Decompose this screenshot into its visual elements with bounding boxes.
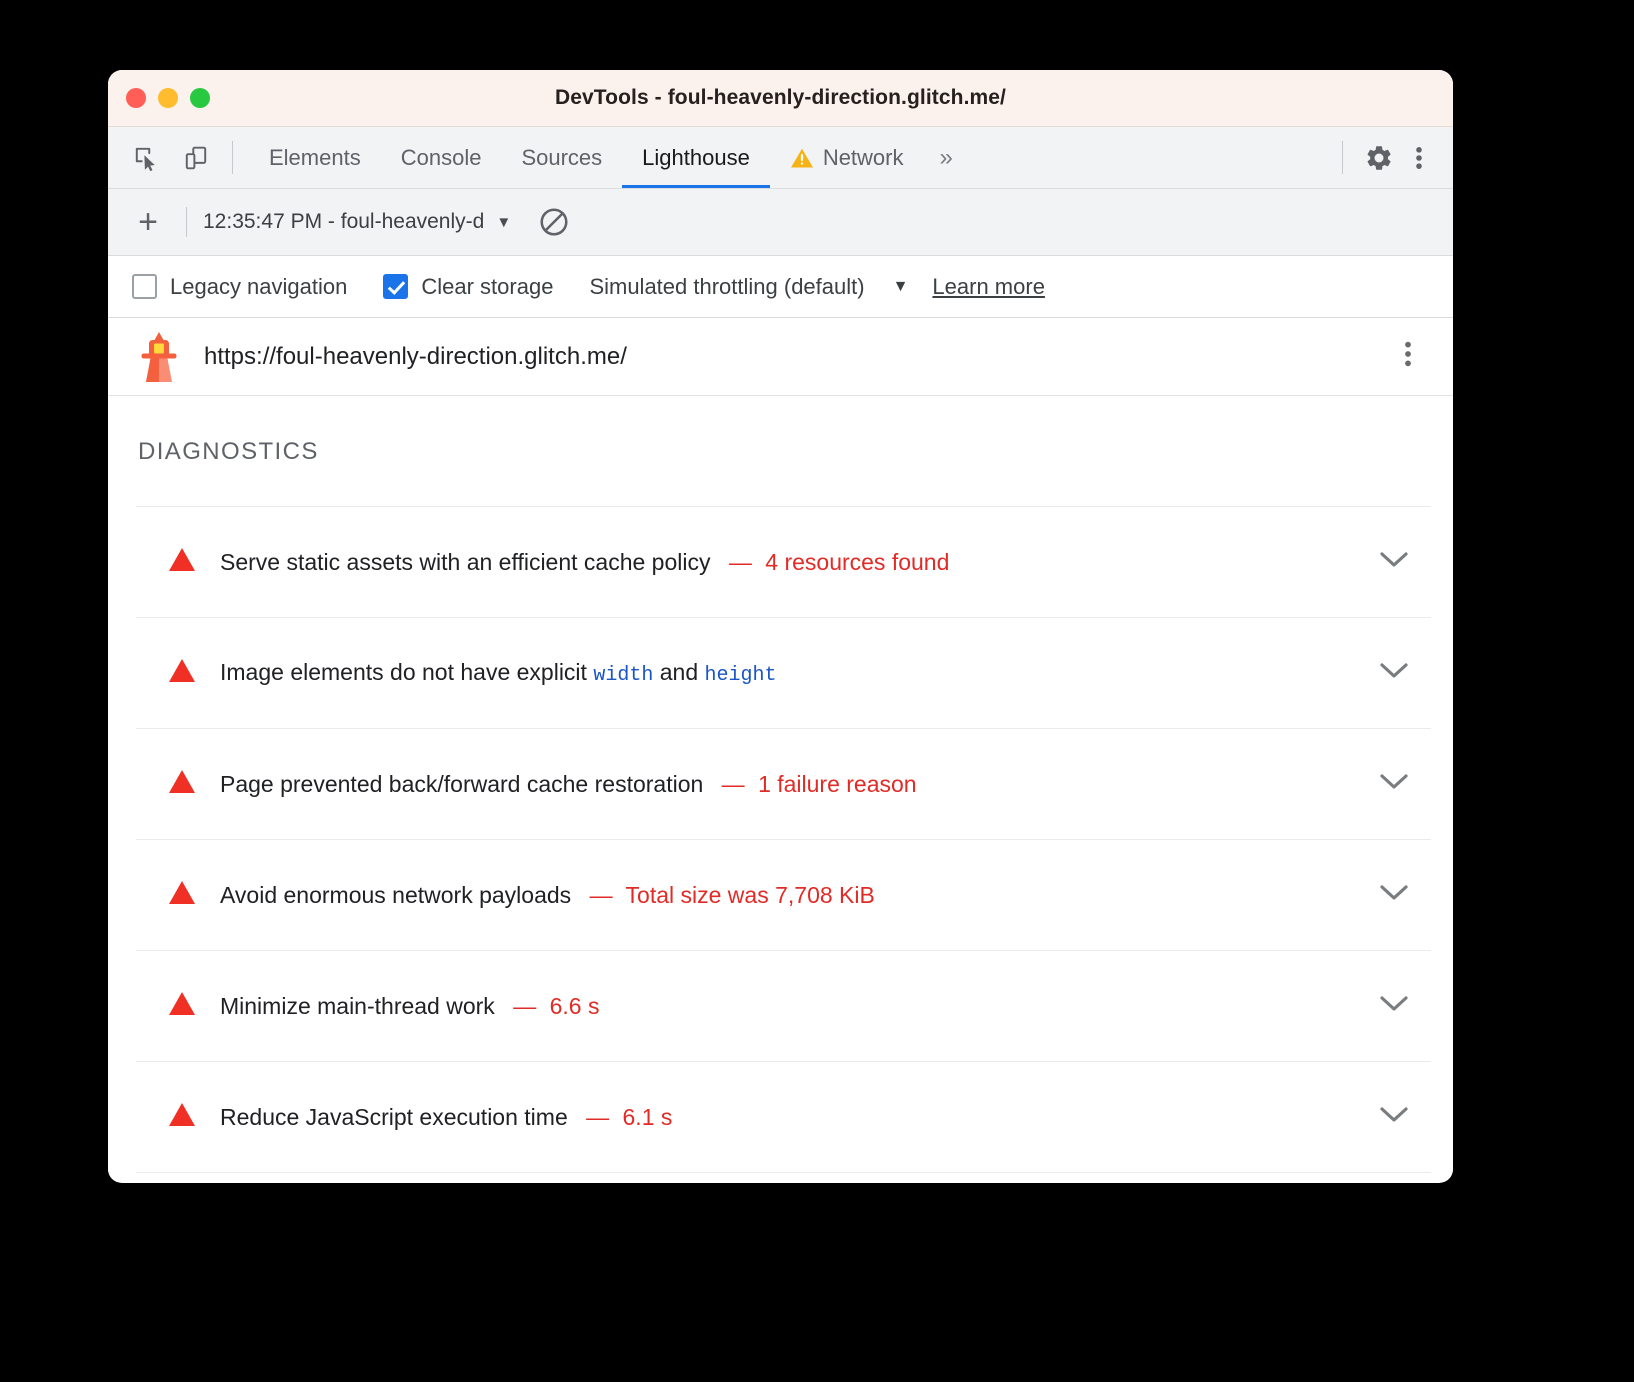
audit-metric: 6.1 s [623, 1104, 673, 1130]
chevron-down-icon[interactable] [1379, 994, 1423, 1019]
chevron-down-icon: ▼ [893, 278, 909, 296]
audit-dash: — [586, 1104, 609, 1130]
audit-title: Image elements do not have explicit widt… [220, 659, 777, 687]
audit-row[interactable]: Avoid enormous network payloads — Total … [136, 839, 1431, 950]
audit-title-text: Minimize main-thread work [220, 993, 495, 1019]
audit-metric: 1 failure reason [758, 771, 917, 797]
window-title: DevTools - foul-heavenly-direction.glitc… [555, 86, 1006, 110]
report-url: https://foul-heavenly-direction.glitch.m… [204, 343, 627, 371]
device-toolbar-icon[interactable] [176, 138, 216, 178]
traffic-light-controls [126, 88, 210, 108]
audit-title: Avoid enormous network payloads — Total … [220, 882, 875, 909]
diagnostics-audit-list: Serve static assets with an efficient ca… [108, 506, 1453, 1182]
chevron-down-icon: ▼ [496, 214, 511, 231]
report-select[interactable]: 12:35:47 PM - foul-heavenly-d ▼ [203, 210, 511, 234]
tab-network[interactable]: Network [770, 127, 924, 188]
tab-sources[interactable]: Sources [501, 127, 622, 188]
audit-dash: — [513, 993, 536, 1019]
lighthouse-icon [136, 331, 182, 383]
lighthouse-settings-row: Legacy navigation Clear storage Simulate… [108, 256, 1453, 318]
audit-dash: — [590, 882, 613, 908]
audit-row[interactable]: Serve static assets with an efficient ca… [136, 506, 1431, 617]
audit-title-text: Image elements do not have explicit [220, 659, 593, 685]
audit-code-width: width [593, 664, 653, 687]
chevron-down-icon[interactable] [1379, 883, 1423, 908]
throttling-select[interactable]: Simulated throttling (default) ▼ [589, 274, 908, 300]
toolbar-divider [232, 141, 233, 174]
audit-row[interactable]: Minimize main-thread work — 6.6 s [136, 950, 1431, 1061]
chevron-down-icon[interactable] [1379, 1105, 1423, 1130]
tab-lighthouse[interactable]: Lighthouse [622, 127, 770, 188]
tab-elements-label: Elements [269, 145, 361, 171]
maximize-window-button[interactable] [190, 88, 210, 108]
fail-triangle-icon [168, 991, 196, 1021]
tab-console-label: Console [401, 145, 482, 171]
tab-elements[interactable]: Elements [249, 127, 381, 188]
throttling-label: Simulated throttling (default) [589, 274, 864, 300]
audit-metric: 4 resources found [765, 549, 949, 575]
tab-console[interactable]: Console [381, 127, 502, 188]
audit-metric: Total size was 7,708 KiB [626, 882, 875, 908]
no-entry-icon[interactable] [537, 205, 571, 239]
report-kebab-menu-icon[interactable] [1389, 339, 1427, 374]
clear-storage-label: Clear storage [421, 274, 553, 300]
toolbar-divider-right [1342, 141, 1343, 174]
learn-more-link[interactable]: Learn more [932, 274, 1045, 300]
new-report-button[interactable]: + [126, 205, 170, 239]
report-url-header: https://foul-heavenly-direction.glitch.m… [108, 318, 1453, 396]
close-window-button[interactable] [126, 88, 146, 108]
gear-icon[interactable] [1359, 138, 1399, 178]
audit-title: Reduce JavaScript execution time — 6.1 s [220, 1104, 672, 1131]
report-select-label: 12:35:47 PM - foul-heavenly-d [203, 210, 484, 234]
chevron-down-icon[interactable] [1379, 661, 1423, 686]
tool-icon-group [126, 127, 216, 188]
kebab-menu-icon[interactable] [1399, 138, 1439, 178]
audit-title-text: Serve static assets with an efficient ca… [220, 549, 710, 575]
inspect-cursor-icon[interactable] [126, 138, 166, 178]
tab-sources-label: Sources [521, 145, 602, 171]
audit-code-height: height [705, 664, 777, 687]
fail-triangle-icon [168, 658, 196, 688]
diagnostics-section: DIAGNOSTICS Serve static assets with an … [108, 396, 1453, 1182]
audit-row[interactable]: Reduce JavaScript execution time — 6.1 s [136, 1061, 1431, 1172]
audit-metric: 6.6 s [550, 993, 600, 1019]
devtools-window: DevTools - foul-heavenly-direction.glitc… [108, 70, 1453, 1183]
audit-list-bottom-divider [136, 1172, 1431, 1182]
audit-title-text: Page prevented back/forward cache restor… [220, 771, 703, 797]
audit-title-conjunction: and [653, 659, 704, 685]
warning-triangle-icon [790, 147, 814, 169]
chevron-down-icon[interactable] [1379, 772, 1423, 797]
panel-tabs: Elements Console Sources Lighthouse [249, 127, 969, 188]
clear-storage-checkbox[interactable] [383, 274, 408, 299]
tab-network-label: Network [823, 145, 904, 171]
fail-triangle-icon [168, 769, 196, 799]
audit-row[interactable]: Image elements do not have explicit widt… [136, 617, 1431, 728]
minimize-window-button[interactable] [158, 88, 178, 108]
chevron-down-icon[interactable] [1379, 550, 1423, 575]
audit-title: Serve static assets with an efficient ca… [220, 549, 949, 576]
legacy-navigation-option[interactable]: Legacy navigation [132, 274, 347, 300]
fail-triangle-icon [168, 547, 196, 577]
audit-dash: — [722, 771, 745, 797]
legacy-navigation-checkbox[interactable] [132, 274, 157, 299]
audit-title: Minimize main-thread work — 6.6 s [220, 993, 599, 1020]
lighthouse-runbar: + 12:35:47 PM - foul-heavenly-d ▼ [108, 189, 1453, 256]
audit-title: Page prevented back/forward cache restor… [220, 771, 917, 798]
audit-title-text: Avoid enormous network payloads [220, 882, 571, 908]
fail-triangle-icon [168, 880, 196, 910]
audit-row[interactable]: Page prevented back/forward cache restor… [136, 728, 1431, 839]
runbar-divider [186, 207, 187, 237]
devtools-tabstrip: Elements Console Sources Lighthouse [108, 127, 1453, 189]
tab-lighthouse-label: Lighthouse [642, 145, 750, 171]
toolbar-right-icons [1326, 127, 1439, 188]
more-tabs-button[interactable]: » [924, 127, 969, 188]
diagnostics-heading: DIAGNOSTICS [108, 396, 1453, 506]
audit-title-text: Reduce JavaScript execution time [220, 1104, 568, 1130]
audit-dash: — [729, 549, 752, 575]
fail-triangle-icon [168, 1102, 196, 1132]
window-titlebar: DevTools - foul-heavenly-direction.glitc… [108, 70, 1453, 127]
legacy-navigation-label: Legacy navigation [170, 274, 347, 300]
clear-storage-option[interactable]: Clear storage [383, 274, 553, 300]
